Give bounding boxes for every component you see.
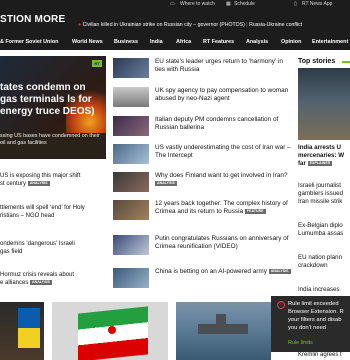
nav-item-entertainment[interactable]: Entertainment (312, 39, 348, 45)
top-story-title[interactable]: mercenaries: W (298, 152, 350, 160)
top-story-title[interactable]: Lumumba assas (298, 230, 350, 238)
top-story-title[interactable]: Israeli journalist (298, 182, 350, 190)
bottom-story-image[interactable] (52, 302, 168, 360)
list-item[interactable]: UK spy agency to pay compensation to wom… (113, 87, 293, 113)
ticker-separator: | (246, 22, 248, 28)
analysis-label: ANALYSIS (155, 180, 177, 186)
news-thumbnail[interactable] (113, 235, 149, 255)
news-thumbnail[interactable] (113, 144, 149, 164)
left-story-3[interactable]: ondemns ‘dangerous’ Israeli gas field (0, 240, 108, 256)
feature-label: FEATURE (244, 208, 266, 214)
top-story-title[interactable]: far EXPLAINER (298, 160, 350, 168)
toast-message: Rule limit exceeded Browser Extension. R… (288, 301, 344, 331)
top-stories-accent (342, 61, 350, 63)
top-story-title-text[interactable]: far (298, 160, 306, 167)
list-item-title[interactable]: Putin congratulates Russians on annivers… (155, 235, 293, 251)
list-item-title[interactable]: China is betting on an AI-powered army A… (155, 268, 293, 276)
schedule-link[interactable]: Schedule (234, 1, 255, 7)
where-to-watch-link[interactable]: Where to watch (180, 1, 215, 7)
bottom-story-image[interactable] (176, 302, 271, 360)
tv-icon: ▭ (170, 1, 175, 7)
list-item-title[interactable]: UK spy agency to pay compensation to wom… (155, 87, 293, 103)
ticker-headline[interactable]: Civilian killed in Ukrainian strike on R… (83, 22, 245, 28)
left-story-3-line2[interactable]: gas field (0, 248, 108, 256)
news-thumbnail[interactable] (113, 87, 149, 107)
emblem-icon (108, 326, 116, 334)
top-story-title[interactable]: Iran missile strik (298, 198, 350, 206)
list-item[interactable]: Italian deputy PM condemns cancellation … (113, 116, 293, 142)
list-item-title[interactable]: EU state’s leader urges return to ‘harmo… (155, 58, 293, 74)
top-story-title[interactable]: gamblers issued (298, 190, 350, 198)
left-story-3-line1[interactable]: ondemns ‘dangerous’ Israeli (0, 240, 108, 248)
top-story-title[interactable]: EU nation plann (298, 254, 350, 262)
nav-item-india[interactable]: India (150, 39, 163, 45)
phone-icon: ▯ (294, 1, 297, 7)
list-item-title-text[interactable]: 12 years back together: The complex hist… (155, 200, 288, 215)
ship-tower-icon (216, 314, 226, 326)
live-dot-icon: ● (78, 22, 82, 28)
top-story-title[interactable]: Ex-Belgian diplo (298, 222, 350, 230)
nav-item-opinion[interactable]: Opinion (281, 39, 301, 45)
nav-item-analysis[interactable]: Analysis (246, 39, 268, 45)
breaking-ticker[interactable]: ● Civilian killed in Ukrainian strike on… (78, 22, 302, 28)
news-thumbnail[interactable] (113, 268, 149, 288)
top-story-title[interactable]: India arrests U (298, 144, 350, 152)
left-story-4[interactable]: Hormuz crisis reveals about e alliances … (0, 271, 108, 287)
list-item-title[interactable]: Italian deputy PM condemns cancellation … (155, 116, 293, 132)
flag-ukraine-icon (18, 308, 40, 348)
news-thumbnail[interactable] (113, 58, 149, 78)
top-story-title[interactable]: Kremlin agrees t (298, 352, 350, 358)
alert-icon: ! (277, 301, 285, 309)
top-story-image[interactable] (298, 68, 350, 140)
nav-item-africa[interactable]: Africa (176, 39, 191, 45)
nav-item-business[interactable]: Business (114, 39, 138, 45)
left-story-4-line2[interactable]: e alliances (0, 280, 28, 286)
left-story-2-line2[interactable]: ristians – NGO head (0, 212, 108, 220)
rt-news-app-link[interactable]: RT News App (302, 1, 332, 7)
ticker-topic[interactable]: Russia-Ukraine conflict (249, 22, 302, 28)
nav-item-rt-features[interactable]: RT Features (203, 39, 234, 45)
list-item[interactable]: 12 years back together: The complex hist… (113, 200, 293, 226)
top-story-title[interactable]: crackdown (298, 262, 350, 270)
left-story-2-line1[interactable]: ttlements will spell ‘end’ for Holy (0, 204, 108, 212)
hero-subtitle[interactable]: ssing US bases have condemned on their o… (0, 133, 104, 147)
left-story-1-line2[interactable]: st century (0, 181, 26, 187)
analysis-label: ANALYSIS (27, 180, 50, 186)
calendar-icon: ▦ (226, 1, 231, 7)
rt-badge: RT (92, 60, 102, 67)
left-story-1-line1[interactable]: US is exposing this major shift (0, 172, 108, 180)
news-thumbnail[interactable] (113, 172, 149, 192)
list-item-title[interactable]: 12 years back together: The complex hist… (155, 200, 293, 216)
news-thumbnail[interactable] (113, 200, 149, 220)
section-nav: & Former Soviet Union World News Busines… (0, 36, 350, 50)
left-story-4-line1[interactable]: Hormuz crisis reveals about (0, 271, 108, 279)
left-story-1[interactable]: US is exposing this major shift st centu… (0, 172, 108, 188)
list-item-title-text[interactable]: Why does Finland want to get involved in… (155, 172, 288, 179)
analysis-label: ANALYSIS (268, 268, 291, 274)
list-item[interactable]: Why does Finland want to get involved in… (113, 172, 293, 198)
list-item-title[interactable]: US vastly underestimating the cost of Ir… (155, 144, 293, 160)
hero-title[interactable]: tates condemn on gas terminals ls for en… (0, 82, 104, 118)
question-more-link[interactable]: STION MORE (0, 14, 65, 25)
analysis-label: ANALYSIS (30, 279, 52, 285)
list-item[interactable]: US vastly underestimating the cost of Ir… (113, 144, 293, 170)
nav-item-former-soviet-union[interactable]: & Former Soviet Union (0, 39, 58, 45)
news-thumbnail[interactable] (113, 116, 149, 136)
list-item[interactable]: Putin congratulates Russians on annivers… (113, 235, 293, 261)
explainer-label: EXPLAINER (307, 160, 333, 166)
list-item[interactable]: EU state’s leader urges return to ‘harmo… (113, 58, 293, 84)
left-story-2[interactable]: ttlements will spell ‘end’ for Holy rist… (0, 204, 108, 220)
list-item[interactable]: China is betting on an AI-powered army A… (113, 268, 293, 294)
top-story-title[interactable]: India increases (298, 286, 350, 294)
list-item-title-text[interactable]: China is betting on an AI-powered army (155, 268, 267, 275)
site-header: STION MORE ▭ Where to watch ▦ Schedule ▯… (0, 0, 350, 36)
extension-toast[interactable]: ! Rule limit exceeded Browser Extension.… (271, 296, 350, 352)
rule-limits-link[interactable]: Rule limits (288, 340, 313, 346)
nav-item-world-news[interactable]: World News (72, 39, 103, 45)
list-item-title[interactable]: Why does Finland want to get involved in… (155, 172, 293, 188)
bottom-story-image[interactable] (0, 302, 44, 360)
top-stories-title: Top stories (298, 58, 336, 65)
